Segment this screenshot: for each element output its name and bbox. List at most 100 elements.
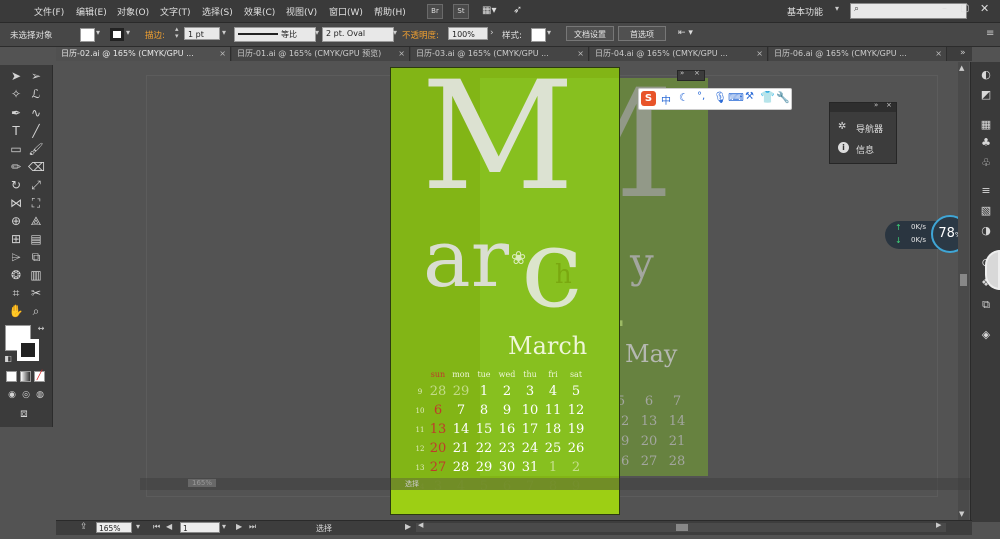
color-mode-icon[interactable]	[6, 371, 17, 382]
stroke-chevron-icon[interactable]: ▾	[126, 28, 130, 37]
menu-type[interactable]: 文字(T)	[160, 5, 191, 18]
bridge-button[interactable]: Br	[427, 4, 443, 19]
horizontal-scrollbar[interactable]: ◀ ▶	[416, 521, 946, 532]
scroll-left-icon[interactable]: ◀	[418, 521, 423, 529]
zoom-chevron-icon[interactable]: ▾	[136, 522, 140, 531]
eraser-tool-icon[interactable]: ⌫	[28, 159, 45, 175]
menu-effect[interactable]: 效果(C)	[244, 5, 275, 18]
ime-toolbar[interactable]: S 中 ☾ °, 🎙 ⌨ ⚒ 👕 🔧	[638, 88, 792, 110]
brushes-panel-icon[interactable]: ♣	[979, 136, 993, 150]
blend-tool-icon[interactable]: ⧉	[28, 249, 44, 265]
hand-tool-icon[interactable]: ✋	[8, 303, 24, 319]
workspace-switcher[interactable]: 基本功能	[787, 5, 823, 18]
scroll-up-icon[interactable]: ▲	[959, 64, 964, 72]
draw-inside-icon[interactable]: ◍	[32, 387, 48, 403]
wrench-icon[interactable]: 🔧	[776, 91, 790, 104]
stock-button[interactable]: St	[453, 4, 469, 19]
panel-header[interactable]: » ×	[830, 101, 896, 112]
line-tool-icon[interactable]: ╱	[28, 123, 44, 139]
opacity-chevron-icon[interactable]: ›	[490, 28, 494, 38]
selection-tool-icon[interactable]: ➤	[8, 68, 24, 84]
brush-definition[interactable]: 2 pt. Oval	[322, 27, 394, 42]
mesh-tool-icon[interactable]: ⊞	[8, 231, 24, 247]
vertical-scrollbar[interactable]: ▲ ▼	[958, 62, 969, 520]
prev-page-icon[interactable]: ◀	[166, 522, 172, 531]
menu-view[interactable]: 视图(V)	[286, 5, 317, 18]
collapsed-panel-header[interactable]: » ×	[677, 69, 705, 81]
zoom-level-input[interactable]: 165%	[96, 522, 132, 533]
free-transform-tool-icon[interactable]: ⛶	[28, 195, 44, 211]
stroke-weight-chevron-icon[interactable]: ▾	[222, 28, 226, 37]
artboards-panel-icon[interactable]: ⧉	[979, 298, 993, 312]
layers-panel-icon[interactable]: ◈	[979, 328, 993, 342]
screen-mode-icon[interactable]: ⧈	[16, 405, 32, 421]
swatches-panel-icon[interactable]: ▦	[979, 118, 993, 132]
swap-colors-icon[interactable]: ↔	[33, 321, 49, 337]
status-chevron-icon[interactable]: ▶	[405, 522, 411, 531]
tools-icon[interactable]: ⚒	[745, 91, 754, 102]
type-tool-icon[interactable]: T	[8, 123, 24, 139]
tab-doc-06[interactable]: 日历-06.ai @ 165% (CMYK/GPU ... ×	[769, 47, 947, 61]
scroll-right-icon[interactable]: ▶	[936, 521, 941, 529]
stroke-panel-icon[interactable]: ≡	[979, 184, 993, 198]
collapse-icon[interactable]: »	[680, 69, 684, 77]
scroll-thumb[interactable]	[960, 274, 967, 286]
panel-menu-icon[interactable]: ≡	[986, 28, 994, 39]
page-chevron-icon[interactable]: ▾	[222, 522, 226, 531]
scroll-down-icon[interactable]: ▼	[959, 510, 964, 518]
paintbrush-tool-icon[interactable]: 🖌	[28, 141, 44, 157]
opacity-label[interactable]: 不透明度:	[402, 29, 439, 41]
next-page-icon[interactable]: ▶	[236, 522, 242, 531]
ime-mode-label[interactable]: 中	[661, 92, 671, 107]
h-scroll-thumb[interactable]	[676, 524, 688, 531]
maximize-button[interactable]: ▢	[960, 3, 969, 14]
panel-close-icon[interactable]: ×	[694, 69, 700, 77]
stroke-swatch[interactable]	[110, 28, 124, 41]
stroke-label[interactable]: 描边:	[145, 29, 165, 41]
color-panel-icon[interactable]: ◐	[979, 68, 993, 82]
gradient-panel-icon[interactable]: ▧	[979, 204, 993, 218]
stroke-stepper-icon[interactable]: ▴ ▾	[175, 26, 179, 40]
avatar[interactable]	[985, 250, 1000, 290]
style-swatch[interactable]	[531, 28, 546, 42]
gradient-mode-icon[interactable]	[20, 371, 31, 382]
gpu-performance-icon[interactable]: ➶	[513, 3, 522, 16]
profile-chevron-icon[interactable]: ▾	[315, 28, 319, 37]
transparency-panel-icon[interactable]: ◑	[979, 224, 993, 238]
skin-shirt-icon[interactable]: 👕	[760, 90, 775, 104]
panel-item-info[interactable]: i 信息	[836, 142, 892, 156]
shape-builder-tool-icon[interactable]: ⊕	[8, 213, 24, 229]
variable-width-profile[interactable]: 等比	[234, 27, 316, 42]
close-icon[interactable]: ×	[935, 47, 942, 61]
menu-window[interactable]: 窗口(W)	[329, 5, 363, 18]
menu-edit[interactable]: 编辑(E)	[76, 5, 107, 18]
direct-selection-tool-icon[interactable]: ➢	[28, 68, 44, 84]
microphone-icon[interactable]: 🎙	[713, 91, 727, 104]
close-icon[interactable]: ×	[398, 47, 405, 61]
lasso-tool-icon[interactable]: ℒ	[28, 86, 44, 102]
artboard-tool-icon[interactable]: ⌗	[8, 285, 24, 301]
none-mode-icon[interactable]: ╱	[34, 371, 45, 382]
share-icon[interactable]: ⇪	[80, 522, 88, 532]
gradient-tool-icon[interactable]: ▤	[28, 231, 44, 247]
fill-swatch[interactable]	[80, 28, 95, 42]
stroke-weight-input[interactable]: 1 pt	[184, 27, 220, 40]
artboard-march[interactable]: M ar c h ❀ March sun mon tue wed thu fri…	[391, 68, 619, 514]
rectangle-tool-icon[interactable]: ▭	[8, 141, 24, 157]
close-icon[interactable]: ×	[756, 47, 763, 61]
document-setup-button[interactable]: 文档设置	[566, 26, 614, 41]
menu-object[interactable]: 对象(O)	[117, 5, 149, 18]
arrange-documents-icon[interactable]: ▦▾	[482, 4, 502, 17]
symbols-panel-icon[interactable]: ♧	[979, 156, 993, 170]
minimize-button[interactable]: –	[942, 3, 947, 14]
pen-tool-icon[interactable]: ✒	[8, 105, 24, 121]
rotate-tool-icon[interactable]: ↻	[8, 177, 24, 193]
help-search-input[interactable]: ⌕	[850, 3, 967, 19]
arrange-icon[interactable]: ⇤ ▾	[678, 28, 693, 38]
color-guide-icon[interactable]: ◩	[979, 88, 993, 102]
menu-file[interactable]: 文件(F)	[34, 5, 64, 18]
tab-overflow-icon[interactable]: »	[960, 48, 966, 58]
workspace-chevron-icon[interactable]: ▾	[835, 4, 839, 13]
panel-close-icon[interactable]: ×	[886, 101, 892, 109]
magic-wand-tool-icon[interactable]: ✧	[8, 86, 24, 102]
